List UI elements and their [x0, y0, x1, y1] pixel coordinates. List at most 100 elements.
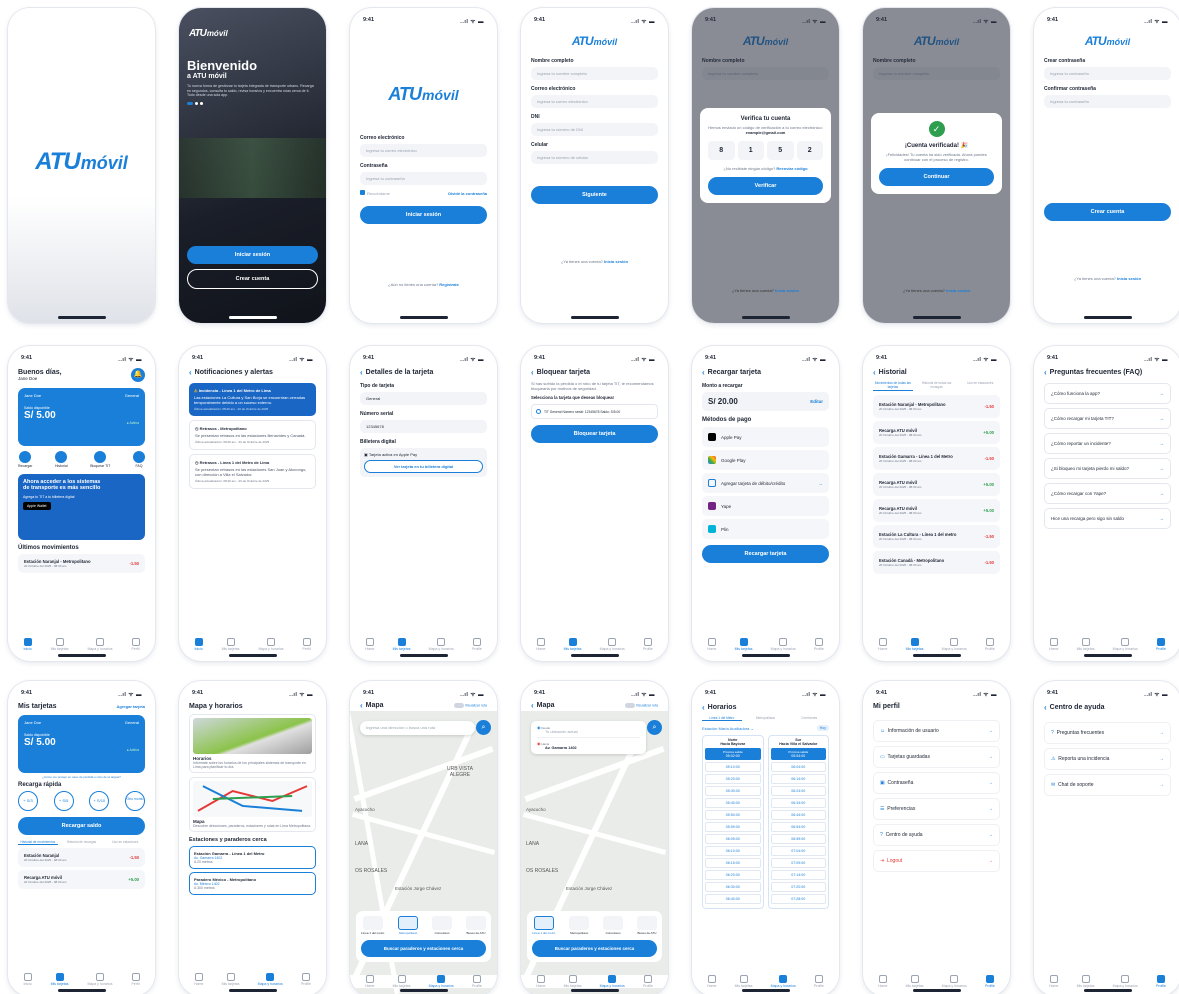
tab-all-movements[interactable]: Movimientos de todas las tarjetas — [873, 381, 913, 391]
edit-amount-link[interactable]: Editar — [810, 399, 823, 404]
tab-profile[interactable]: Profile — [985, 638, 995, 651]
tab-home[interactable]: Home — [1049, 638, 1058, 651]
show-route-toggle[interactable]: Visualizar ruta — [453, 703, 487, 708]
tab-cards[interactable]: Mis tarjetas — [51, 638, 69, 651]
help-support-chat[interactable]: ✉ Chat de soporte → — [1044, 774, 1171, 796]
faq-item[interactable]: ¿Cómo funciona la app? → — [1044, 383, 1171, 404]
tab-profile[interactable]: Profile — [814, 975, 824, 988]
confirm-password-field[interactable]: Ingresa tu contraseña — [1044, 95, 1171, 108]
tab-maps[interactable]: Mapa y horarios — [1113, 975, 1138, 988]
back-icon[interactable]: ‹ — [189, 368, 192, 377]
tab-home[interactable]: Home — [1049, 975, 1058, 988]
tab-profile[interactable]: Profile — [985, 975, 995, 988]
block-button[interactable]: Bloquear tarjeta — [531, 425, 658, 443]
resend-link[interactable]: Reenviar código — [776, 166, 807, 171]
tab-metropolitano[interactable]: Metropolitano — [746, 716, 786, 721]
create-password-field[interactable]: Ingresa tu contraseña — [1044, 67, 1171, 80]
notifications-bell-icon[interactable]: 🔔 — [131, 368, 145, 382]
back-icon[interactable]: ‹ — [531, 368, 534, 377]
tab-maps[interactable]: Mapa y horarios — [87, 638, 113, 651]
recharge-button[interactable]: Recargar tarjeta — [702, 545, 829, 563]
method-yape[interactable]: Yape — [702, 496, 829, 516]
tab-cards[interactable]: Mis tarjetas — [564, 638, 582, 651]
profile-preferences[interactable]: ☰ Preferencias → — [873, 798, 1000, 820]
quick-amount-option[interactable]: + S/10 — [89, 791, 110, 811]
quick-amount-option[interactable]: + S/3 — [18, 791, 38, 811]
remember-checkbox[interactable]: Recuérdame — [360, 190, 390, 196]
tit-card[interactable]: Jane Doe General Saldo disponible S/ 5.00… — [18, 388, 145, 446]
profile-user-info[interactable]: ☺ Información de usuario → — [873, 720, 1000, 742]
tab-maps[interactable]: Mapa y horarios — [1113, 638, 1138, 651]
alert-item[interactable]: ◷ Retrasos - Metropolitano Se presentan … — [189, 420, 316, 450]
search-input[interactable]: Ingresa una dirección o busca una ruta — [360, 721, 475, 735]
history-action[interactable]: Historial — [55, 451, 68, 468]
search-icon[interactable]: ⌕ — [647, 720, 662, 735]
tab-cards[interactable]: Mis tarjetas — [1077, 638, 1095, 651]
apple-wallet-button[interactable]: Apple Wallet — [23, 501, 51, 510]
tab-cards[interactable]: Mis tarjetas — [906, 638, 924, 651]
tab-home[interactable]: Inicio — [23, 638, 32, 651]
tab-cards[interactable]: Mis tarjetas — [393, 975, 411, 988]
tab-maps[interactable]: Mapa y horarios — [429, 638, 454, 651]
profile-password[interactable]: ▣ Contraseña → — [873, 772, 1000, 794]
tab-home[interactable]: Home — [365, 638, 374, 651]
card-option[interactable]: TIT General Número serial: 12345678 Sald… — [531, 404, 658, 419]
filter-buses[interactable]: Buses de ATU — [636, 916, 657, 935]
back-icon[interactable]: ‹ — [873, 368, 876, 377]
tab-maps[interactable]: Mapa y horarios — [942, 638, 967, 651]
search-nearby-button[interactable]: Buscar paraderos y estaciones cerca — [361, 940, 486, 957]
dni-field[interactable]: Ingresa tu número de DNI — [531, 123, 658, 136]
method-add-card[interactable]: Agregar tarjeta de débito/crédito → — [702, 473, 829, 493]
tab-maps[interactable]: Mapa y horarios — [600, 975, 625, 988]
search-nearby-button[interactable]: Buscar paraderos y estaciones cerca — [532, 940, 657, 957]
email-field[interactable]: Ingresa tu correo electrónico — [531, 95, 658, 108]
tab-home[interactable]: Home — [536, 638, 545, 651]
back-icon[interactable]: ‹ — [702, 703, 705, 712]
faq-item[interactable]: ¿Cómo recargar con Yape? → — [1044, 483, 1171, 504]
view-wallet-button[interactable]: Ver tarjeta en tu billetera digital — [364, 460, 483, 473]
station-select[interactable]: Estación María Auxiliadora ⌄ — [702, 726, 754, 731]
tab-maps[interactable]: Mapa y horarios — [87, 973, 113, 986]
code-digit[interactable]: 1 — [737, 141, 764, 160]
tab-profile[interactable]: Profile — [472, 638, 482, 651]
tab-cards[interactable]: Mis tarjetas — [1077, 975, 1095, 988]
filter-metropolitano[interactable]: Metropolitano — [569, 916, 590, 935]
create-account-button[interactable]: Crear cuenta — [1044, 203, 1171, 221]
forgot-password-link[interactable]: Olvidé la contraseña — [448, 191, 487, 196]
tab-profile[interactable]: Profile — [643, 638, 653, 651]
tab-all-recharges[interactable]: Historial de todas las recargas — [917, 381, 957, 391]
search-icon[interactable]: ⌕ — [476, 720, 491, 735]
tab-station-usage[interactable]: Uso en estaciones — [960, 381, 1000, 391]
tab-profile[interactable]: Profile — [1156, 638, 1166, 651]
help-faq[interactable]: ? Preguntas frecuentes → — [1044, 722, 1171, 744]
from-field[interactable]: ◉ Desde Tu ubicación actual — [537, 725, 640, 738]
tab-recharges[interactable]: Historial de recargas — [62, 840, 102, 845]
recharge-action[interactable]: Recargar — [18, 451, 32, 468]
faq-item[interactable]: ¿Si bloqueo mi tarjeta pierdo mi saldo? → — [1044, 458, 1171, 479]
email-field[interactable]: Ingresa tu correo electrónico — [360, 144, 487, 157]
tab-cards[interactable]: Mis tarjetas — [393, 638, 411, 651]
faq-item[interactable]: ¿Cómo recargar mi tarjeta TIT? → — [1044, 408, 1171, 429]
tab-profile[interactable]: Profile — [643, 975, 653, 988]
filter-corredores[interactable]: Corredores — [603, 916, 624, 935]
filter-metropolitano[interactable]: Metropolitano — [398, 916, 419, 935]
tab-maps[interactable]: Mapa y horarios — [258, 638, 284, 651]
filter-metro[interactable]: Línea 1 del metro — [532, 916, 555, 935]
login-submit-button[interactable]: Iniciar sesión — [360, 206, 487, 224]
wallet-banner[interactable]: Ahora acceder a los sistemas de transpor… — [18, 474, 145, 540]
filter-buses[interactable]: Buses de ATU — [465, 916, 486, 935]
tab-profile[interactable]: Profile — [472, 975, 482, 988]
tab-cards[interactable]: Mis tarjetas — [735, 975, 753, 988]
tab-cards[interactable]: Mis tarjetas — [51, 973, 69, 986]
method-apple-pay[interactable]: Apple Pay — [702, 427, 829, 447]
back-icon[interactable]: ‹ — [360, 701, 363, 710]
tab-station-usage[interactable]: Uso en estaciones — [105, 840, 145, 845]
tab-home[interactable]: Home — [707, 638, 716, 651]
tab-home[interactable]: Inicio — [194, 638, 203, 651]
nearby-station[interactable]: Paradero México - Metropolitano Av. Méxi… — [189, 872, 316, 895]
filter-metro[interactable]: Línea 1 del metro — [361, 916, 384, 935]
tab-cards[interactable]: Mis tarjetas — [222, 638, 240, 651]
tab-cards[interactable]: Mis tarjetas — [564, 975, 582, 988]
quick-amount-option[interactable]: + S/5 — [53, 791, 74, 811]
filter-corredores[interactable]: Corredores — [432, 916, 453, 935]
